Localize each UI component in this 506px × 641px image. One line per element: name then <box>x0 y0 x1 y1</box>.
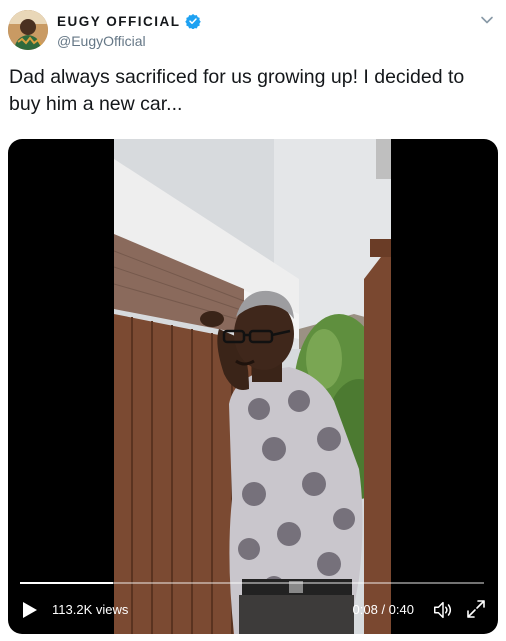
display-name-text: EUGY OFFICIAL <box>57 13 181 29</box>
view-count: 113.2K views <box>52 602 129 617</box>
progress-fill <box>20 582 113 584</box>
avatar-image <box>8 10 48 50</box>
handle[interactable]: @EugyOfficial <box>57 33 146 49</box>
video-frame[interactable] <box>114 139 391 634</box>
fullscreen-icon[interactable] <box>466 599 486 619</box>
progress-bar[interactable] <box>20 582 484 584</box>
video-time: 0:08 / 0:40 <box>352 602 414 617</box>
volume-icon[interactable] <box>432 599 454 621</box>
verified-badge-icon <box>184 14 201 29</box>
display-name[interactable]: EUGY OFFICIAL <box>57 13 201 29</box>
tweet-text: Dad always sacrificed for us growing up!… <box>9 66 465 115</box>
video-player[interactable]: 113.2K views 0:08 / 0:40 <box>8 139 498 634</box>
play-icon[interactable] <box>22 601 38 619</box>
chevron-down-icon[interactable] <box>480 13 494 27</box>
avatar[interactable] <box>8 10 48 50</box>
